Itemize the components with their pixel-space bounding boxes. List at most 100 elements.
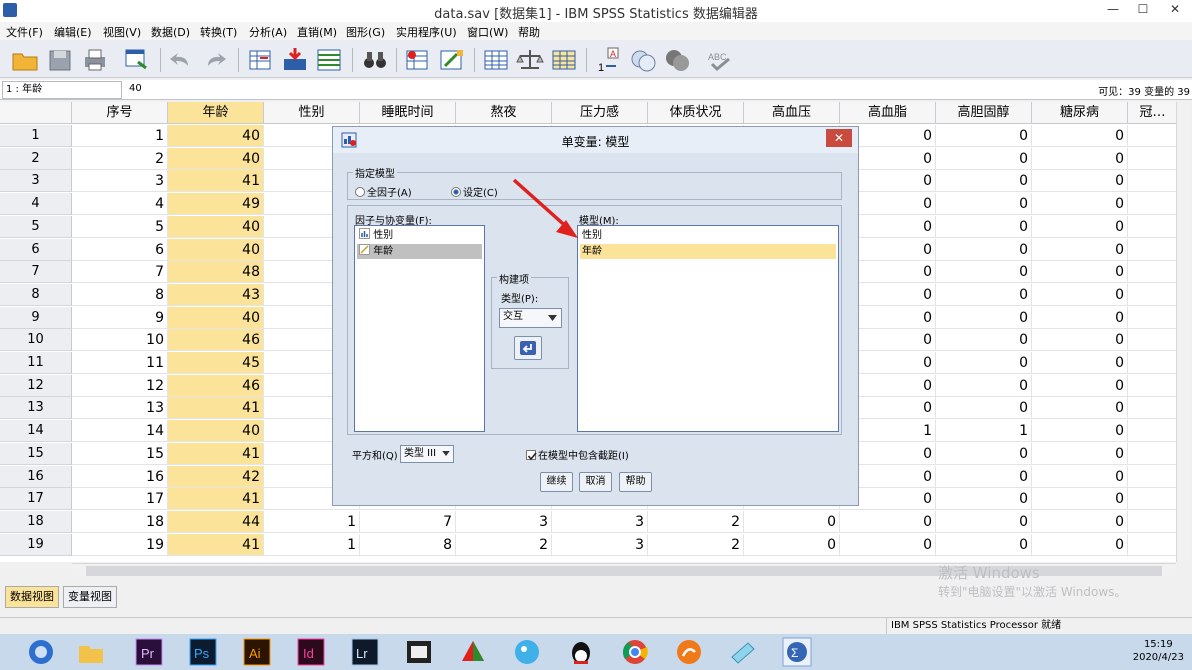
tab-data-view[interactable]: 数据视图 (5, 586, 59, 608)
vertical-scrollbar[interactable] (1176, 102, 1190, 562)
data-cell[interactable] (1128, 329, 1176, 352)
row-number[interactable]: 10 (0, 329, 72, 352)
row-number[interactable]: 11 (0, 352, 72, 374)
continue-button[interactable]: 继续 (540, 472, 573, 492)
goto-variable-icon[interactable] (280, 46, 310, 74)
data-cell[interactable]: 2 (648, 533, 744, 556)
data-cell[interactable]: 41 (168, 533, 264, 556)
data-cell[interactable]: 0 (936, 261, 1032, 284)
data-cell[interactable] (1128, 375, 1176, 397)
data-cell[interactable]: 0 (1032, 147, 1128, 170)
file-explorer-icon[interactable] (76, 637, 106, 667)
row-number[interactable]: 13 (0, 397, 72, 420)
row-number[interactable]: 17 (0, 488, 72, 511)
column-header[interactable]: 冠… (1128, 102, 1176, 124)
row-number[interactable]: 8 (0, 283, 72, 306)
data-cell[interactable]: 49 (168, 193, 264, 216)
data-cell[interactable]: 7 (72, 261, 168, 284)
data-cell[interactable]: 0 (1032, 352, 1128, 374)
data-cell[interactable]: 4 (72, 193, 168, 216)
data-cell[interactable]: 0 (936, 193, 1032, 216)
data-cell[interactable]: 40 (168, 238, 264, 261)
column-header[interactable]: 序号 (72, 102, 168, 124)
data-cell[interactable]: 0 (1032, 261, 1128, 284)
select-cases-icon[interactable] (549, 46, 579, 74)
data-cell[interactable]: 40 (168, 420, 264, 443)
data-cell[interactable] (1128, 261, 1176, 284)
cell-reference-field[interactable]: 1 : 年龄 (2, 81, 122, 99)
data-cell[interactable]: 43 (168, 283, 264, 306)
sum-of-squares-select[interactable]: 类型 III (400, 445, 454, 463)
undo-icon[interactable] (166, 46, 196, 74)
illustrator-icon[interactable]: Ai (242, 637, 272, 667)
data-cell[interactable]: 0 (936, 306, 1032, 329)
data-cell[interactable]: 0 (1032, 420, 1128, 443)
menu-view[interactable]: 视图(V) (103, 24, 141, 40)
data-cell[interactable]: 0 (1032, 283, 1128, 306)
model-terms-list[interactable]: 性别 年龄 (577, 225, 839, 432)
data-cell[interactable]: 8 (72, 283, 168, 306)
data-cell[interactable]: 40 (168, 147, 264, 170)
data-cell[interactable]: 0 (1032, 488, 1128, 511)
data-cell[interactable]: 7 (360, 510, 456, 533)
chrome-icon[interactable] (620, 637, 650, 667)
data-cell[interactable]: 15 (72, 442, 168, 465)
menu-data[interactable]: 数据(D) (151, 24, 190, 40)
system-clock[interactable]: 15:19 2020/4/23 (1133, 638, 1184, 664)
save-icon[interactable] (45, 46, 75, 74)
data-cell[interactable]: 10 (72, 329, 168, 352)
data-cell[interactable]: 0 (840, 533, 936, 556)
data-cell[interactable]: 0 (936, 352, 1032, 374)
data-cell[interactable]: 1 (936, 420, 1032, 443)
qq-icon[interactable] (566, 637, 596, 667)
data-cell[interactable] (1128, 397, 1176, 420)
data-cell[interactable]: 0 (936, 125, 1032, 147)
model-item-gender[interactable]: 性别 (580, 228, 836, 243)
data-cell[interactable]: 44 (168, 510, 264, 533)
data-cell[interactable]: 46 (168, 374, 264, 397)
data-cell[interactable]: 0 (1032, 397, 1128, 420)
data-cell[interactable]: 1 (264, 510, 360, 533)
menu-window[interactable]: 窗口(W) (467, 24, 508, 40)
data-cell[interactable]: 0 (936, 215, 1032, 238)
data-cell[interactable] (1128, 443, 1176, 465)
data-cell[interactable]: 40 (168, 125, 264, 147)
data-cell[interactable] (1128, 534, 1176, 556)
data-cell[interactable] (1128, 420, 1176, 443)
data-cell[interactable]: 14 (72, 420, 168, 443)
data-cell[interactable]: 11 (72, 352, 168, 374)
full-factorial-radio[interactable]: 全因子(A) (355, 184, 412, 199)
value-labels-icon[interactable]: A1 (594, 46, 624, 74)
data-cell[interactable] (1128, 284, 1176, 306)
spss-taskbar-icon[interactable]: Σ (782, 637, 812, 667)
row-number[interactable]: 19 (0, 533, 72, 556)
data-cell[interactable]: 0 (1032, 442, 1128, 465)
open-folder-icon[interactable] (10, 46, 40, 74)
row-number[interactable]: 16 (0, 465, 72, 488)
row-number[interactable]: 5 (0, 215, 72, 238)
variables-icon[interactable] (314, 46, 344, 74)
menu-direct-marketing[interactable]: 直销(M) (297, 24, 337, 40)
data-cell[interactable]: 0 (1032, 306, 1128, 329)
column-header[interactable]: 性别 (264, 102, 360, 124)
data-cell[interactable] (1128, 488, 1176, 511)
data-cell[interactable]: 2 (648, 510, 744, 533)
data-cell[interactable]: 8 (360, 533, 456, 556)
data-cell[interactable]: 0 (1032, 238, 1128, 261)
column-header[interactable]: 体质状况 (648, 102, 744, 124)
start-button-icon[interactable] (26, 637, 56, 667)
data-cell[interactable] (1128, 352, 1176, 374)
data-cell[interactable]: 41 (168, 170, 264, 193)
data-cell[interactable]: 40 (168, 215, 264, 238)
menu-utilities[interactable]: 实用程序(U) (396, 24, 457, 40)
redo-icon[interactable] (200, 46, 230, 74)
minimize-button[interactable]: — (1098, 0, 1128, 20)
data-cell[interactable]: 41 (168, 442, 264, 465)
insert-cases-icon[interactable] (403, 46, 433, 74)
data-cell[interactable]: 1 (72, 125, 168, 147)
column-header[interactable]: 高血压 (744, 102, 840, 124)
data-cell[interactable]: 40 (168, 306, 264, 329)
data-cell[interactable]: 1 (264, 533, 360, 556)
split-file-icon[interactable] (481, 46, 511, 74)
data-cell[interactable]: 17 (72, 488, 168, 511)
